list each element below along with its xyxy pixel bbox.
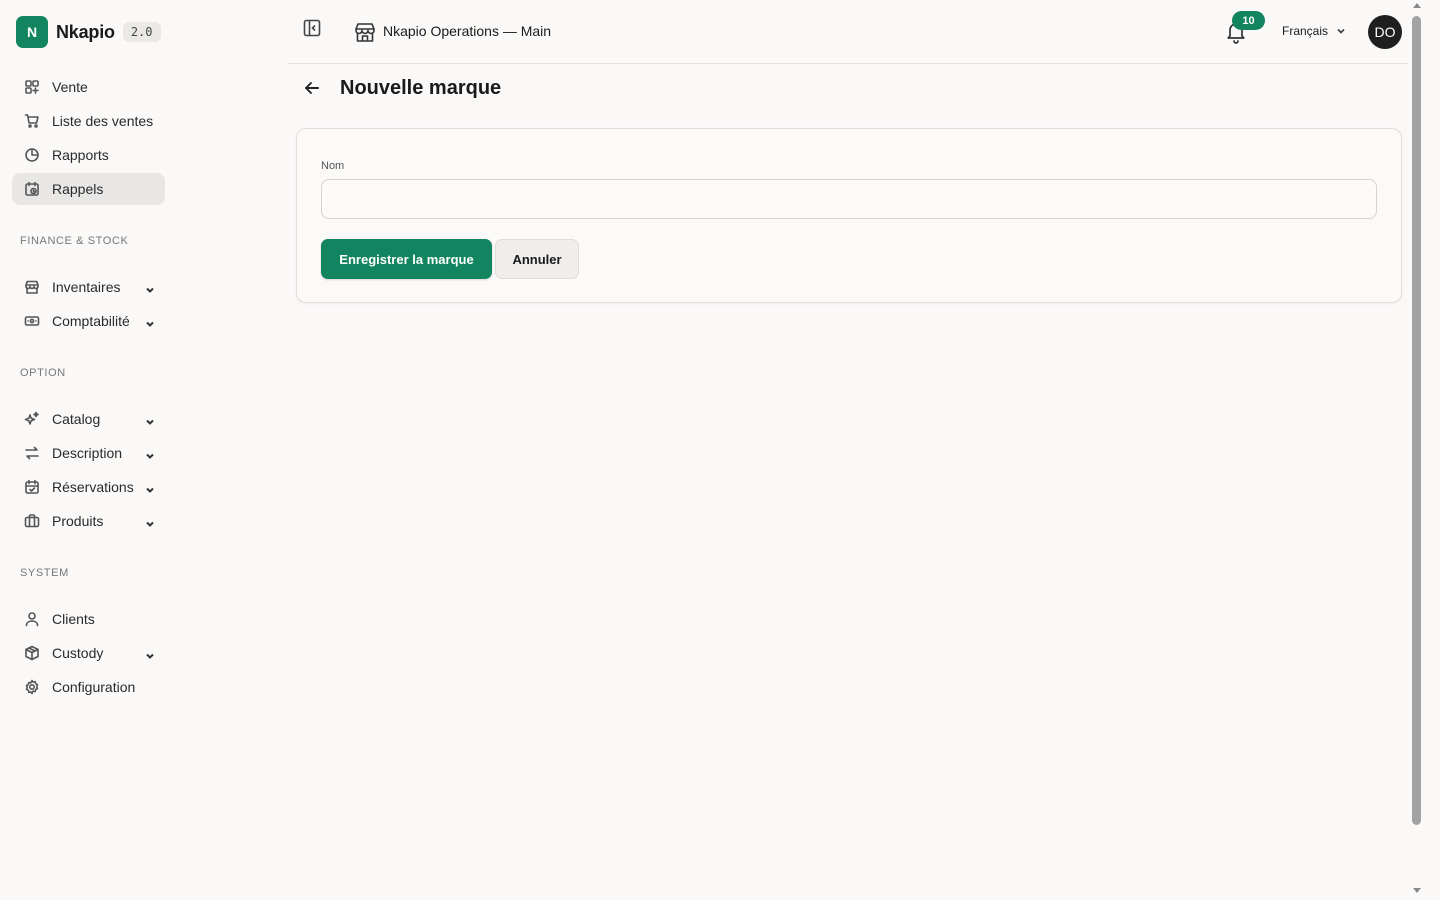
box-icon [24,645,40,661]
language-label: Français [1282,24,1329,38]
chevron-down-icon[interactable] [145,648,155,659]
store-icon [24,279,40,295]
sidebar-item-label: Rapports [52,147,109,163]
cart-icon [24,113,40,129]
banknote-icon [24,313,40,329]
grid-plus-icon [24,79,40,95]
brand-name: Nkapio [56,21,115,42]
gear-icon [24,679,40,695]
sidebar-item-label: Comptabilité [52,313,130,329]
sidebar-item-vente[interactable]: Vente [12,71,165,103]
sidebar-item-label: Réservations [52,479,134,495]
sidebar-item-clients[interactable]: Clients [12,603,165,635]
chevron-down-icon[interactable] [145,516,155,527]
sidebar-item-produits[interactable]: Produits [12,505,165,537]
sidebar-nav: Vente Liste des ventes Rapports Rappels … [12,71,165,705]
scrollbar-thumb[interactable] [1412,16,1421,825]
sidebar-item-reservations[interactable]: Réservations [12,471,165,503]
back-arrow-icon[interactable] [303,79,321,97]
sidebar-item-label: Configuration [52,679,136,695]
chevron-down-icon [1337,28,1345,34]
version-badge: 2.0 [122,22,161,42]
section-label-option: OPTION [20,367,66,379]
arrows-exchange-icon [24,445,40,461]
scroll-down-arrow-icon[interactable] [1413,888,1421,893]
sidebar-item-label: Rappels [52,181,104,197]
user-icon [24,611,40,627]
chevron-down-icon[interactable] [145,448,155,459]
sidebar-toggle-icon[interactable] [302,18,322,38]
sidebar-item-label: Custody [52,645,104,661]
name-field-label: Nom [321,160,345,172]
sparkles-icon [24,411,40,427]
scroll-up-arrow-icon[interactable] [1413,3,1421,8]
chevron-down-icon[interactable] [145,414,155,425]
sidebar-item-rapports[interactable]: Rapports [12,139,165,171]
calendar-check-icon [24,479,40,495]
sidebar-item-label: Catalog [52,411,101,427]
top-header: Nkapio Operations — Main 10 Français DO [288,0,1408,64]
pie-chart-icon [24,147,40,163]
sidebar-item-liste-des-ventes[interactable]: Liste des ventes [12,105,165,137]
sidebar-item-label: Description [52,445,123,461]
save-brand-button[interactable]: Enregistrer la marque [321,239,492,279]
name-field[interactable] [321,179,1377,219]
sidebar-item-label: Liste des ventes [52,113,154,129]
sidebar-item-label: Produits [52,513,104,529]
vertical-scrollbar[interactable] [1408,0,1432,900]
notification-badge: 10 [1232,11,1265,30]
sidebar-item-inventaires[interactable]: Inventaires [12,271,165,303]
section-label-finance-stock: FINANCE & STOCK [20,235,129,247]
sidebar-item-catalog[interactable]: Catalog [12,403,165,435]
cancel-button[interactable]: Annuler [495,239,579,279]
avatar[interactable]: DO [1368,15,1402,49]
sidebar-item-description[interactable]: Description [12,437,165,469]
section-label-system: SYSTEM [20,567,69,579]
brand[interactable]: N Nkapio 2.0 [16,16,161,48]
sidebar-item-custody[interactable]: Custody [12,637,165,669]
chevron-down-icon[interactable] [145,482,155,493]
sidebar-item-rappels[interactable]: Rappels [12,173,165,205]
chevron-down-icon[interactable] [145,282,155,293]
sidebar-item-label: Inventaires [52,279,121,295]
sidebar-item-comptabilite[interactable]: Comptabilité [12,305,165,337]
sidebar-item-configuration[interactable]: Configuration [12,671,165,703]
store-selector[interactable]: Nkapio Operations — Main [383,23,551,39]
language-selector[interactable]: Français [1282,24,1345,38]
chevron-down-icon[interactable] [145,316,155,327]
sidebar-item-label: Clients [52,611,95,627]
briefcase-icon [24,513,40,529]
calendar-clock-icon [24,181,40,197]
page-title: Nouvelle marque [340,77,502,99]
sidebar-item-label: Vente [52,79,88,95]
sidebar: N Nkapio 2.0 Vente Liste des ventes Rapp… [0,0,178,900]
store-icon [353,20,377,44]
brand-logo: N [16,16,48,48]
brand-form-card: Nom Enregistrer la marque Annuler [296,128,1402,303]
